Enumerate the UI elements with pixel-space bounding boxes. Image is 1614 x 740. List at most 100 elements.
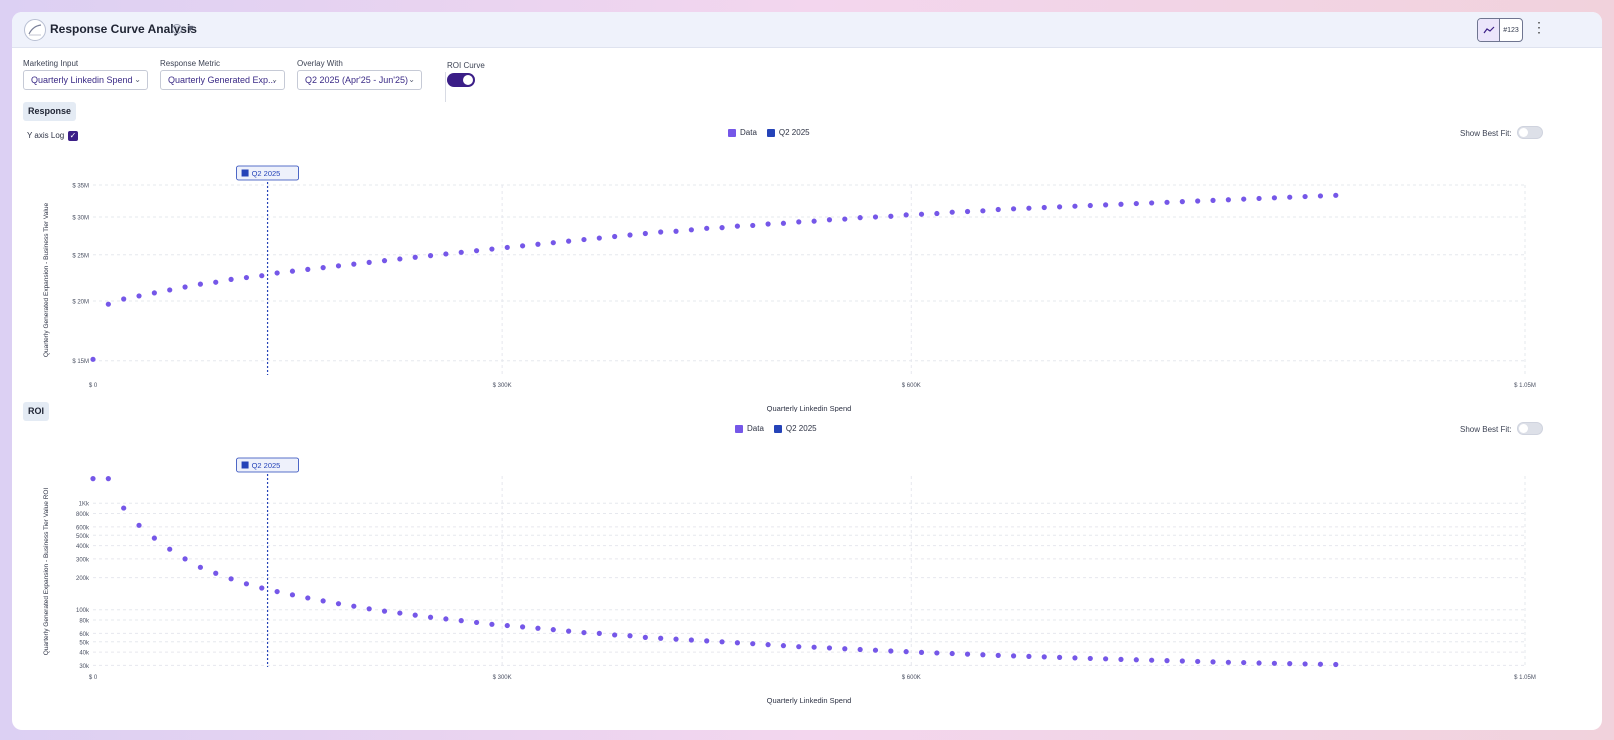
chevron-down-icon: ⌄ bbox=[134, 75, 141, 84]
roi-y-axis-title: Quarterly Generated Expansion - Business… bbox=[43, 488, 50, 656]
roi-data-point bbox=[903, 649, 909, 655]
roi-y-tick-label: 600k bbox=[76, 525, 90, 531]
roi-data-point bbox=[980, 652, 986, 658]
roi-data-point bbox=[366, 606, 372, 612]
roi-data-point bbox=[1302, 661, 1308, 667]
roi-data-point bbox=[642, 634, 648, 640]
roi-data-point bbox=[1164, 658, 1170, 664]
response-data-point bbox=[90, 356, 96, 362]
legend-data-label: Data bbox=[747, 424, 764, 433]
response-best-fit-toggle[interactable] bbox=[1517, 126, 1543, 139]
response-data-point bbox=[520, 243, 526, 249]
response-data-point bbox=[1333, 192, 1339, 198]
panel-header: Response Curve Analysis i ▼ #123 ⋮ bbox=[12, 12, 1602, 48]
response-legend: Data Q2 2025 bbox=[728, 128, 820, 137]
response-data-point bbox=[1256, 195, 1262, 202]
response-data-point bbox=[1287, 194, 1293, 200]
roi-data-point bbox=[397, 610, 403, 616]
data-swatch bbox=[728, 128, 736, 137]
roi-data-point bbox=[1195, 658, 1201, 665]
response-data-point bbox=[1026, 205, 1032, 211]
roi-best-fit-toggle[interactable] bbox=[1517, 422, 1543, 435]
marketing-input-select[interactable]: Quarterly Linkedin Spend ⌄ bbox=[23, 70, 148, 90]
response-data-point bbox=[673, 228, 679, 234]
roi-data-point bbox=[427, 614, 434, 620]
roi-y-tick-label: 400k bbox=[76, 544, 90, 550]
response-data-point bbox=[888, 213, 894, 219]
roi-y-tick-label: 800k bbox=[76, 512, 90, 518]
overlay-with-select[interactable]: Q2 2025 (Apr'25 - Jun'25) ⌄ bbox=[297, 70, 422, 90]
overlay-with-label: Overlay With bbox=[297, 59, 343, 68]
response-data-point bbox=[995, 206, 1001, 213]
marketing-input-label: Marketing Input bbox=[23, 59, 79, 68]
roi-data-point bbox=[90, 476, 96, 482]
y-axis-log-checkbox[interactable]: ✓ bbox=[68, 131, 78, 141]
roi-data-point bbox=[596, 630, 602, 636]
app-frame: Response Curve Analysis i ▼ #123 ⋮ Marke… bbox=[12, 12, 1602, 730]
roi-data-point bbox=[765, 642, 771, 648]
response-data-point bbox=[1118, 201, 1124, 207]
roi-data-point bbox=[167, 546, 173, 552]
response-data-point bbox=[443, 251, 449, 257]
response-y-tick-label: $ 25M bbox=[72, 253, 89, 259]
caret-down-icon[interactable]: ▼ bbox=[186, 23, 195, 33]
roi-data-point bbox=[289, 592, 296, 598]
roi-data-point bbox=[535, 625, 541, 631]
controls-divider bbox=[445, 72, 446, 102]
response-data-point bbox=[274, 270, 280, 276]
roi-data-point bbox=[320, 598, 326, 604]
response-data-point bbox=[259, 273, 265, 279]
roi-data-point bbox=[1057, 654, 1063, 660]
response-data-point bbox=[535, 241, 541, 247]
response-data-point bbox=[796, 219, 802, 225]
roi-x-axis-title: Quarterly Linkedin Spend bbox=[767, 696, 852, 705]
roi-data-point bbox=[857, 646, 863, 653]
roi-data-point bbox=[412, 612, 418, 618]
response-data-point bbox=[980, 208, 986, 214]
response-data-point bbox=[335, 263, 342, 269]
roi-data-point bbox=[566, 628, 572, 634]
roi-data-point bbox=[1118, 656, 1124, 662]
response-data-point bbox=[719, 225, 725, 231]
response-data-point bbox=[765, 221, 771, 227]
roi-data-point bbox=[704, 638, 710, 644]
response-data-point bbox=[197, 281, 203, 287]
response-data-point bbox=[750, 222, 756, 229]
roi-data-point bbox=[1317, 661, 1324, 667]
response-x-tick-label: $ 600K bbox=[902, 383, 921, 389]
roi-curve-toggle[interactable] bbox=[447, 73, 475, 87]
more-options-icon[interactable]: ⋮ bbox=[1532, 20, 1546, 34]
roi-x-tick-label: $ 600K bbox=[902, 675, 921, 681]
roi-data-point bbox=[581, 629, 587, 636]
roi-curve-label: ROI Curve bbox=[447, 61, 485, 70]
roi-y-tick-label: 60k bbox=[79, 632, 90, 638]
response-data-point bbox=[903, 212, 909, 218]
roi-y-tick-label: 200k bbox=[76, 576, 90, 582]
roi-data-point bbox=[1026, 653, 1032, 659]
roi-overlay-marker-swatch bbox=[241, 461, 249, 469]
response-data-point bbox=[1010, 206, 1017, 212]
roi-data-point bbox=[842, 646, 848, 652]
table-view-button[interactable]: #123 bbox=[1500, 19, 1522, 41]
response-chart: $ 15M $ 20M $ 25M $ 30M $ 35M $ 0 $ 300K $ 600K… bbox=[43, 165, 1536, 412]
roi-data-point bbox=[1241, 659, 1247, 666]
roi-data-point bbox=[105, 476, 111, 482]
roi-chart: 30k 40k 50k 60k 80k 100k 200k 300k 400k 500k 600k 8… bbox=[43, 457, 1536, 705]
roi-data-point bbox=[228, 576, 234, 582]
response-data-point bbox=[780, 220, 787, 226]
chart-view-button[interactable] bbox=[1478, 19, 1500, 41]
roi-section-badge: ROI bbox=[23, 402, 50, 421]
overlay-swatch bbox=[773, 424, 782, 433]
response-data-point bbox=[366, 259, 372, 265]
response-data-point bbox=[1302, 193, 1308, 200]
roi-data-point bbox=[872, 647, 879, 653]
response-data-point bbox=[734, 223, 741, 229]
response-data-point bbox=[596, 235, 602, 241]
roi-data-point bbox=[1179, 658, 1185, 664]
response-data-point bbox=[412, 254, 418, 260]
legend-overlay-label: Q2 2025 bbox=[785, 424, 817, 433]
response-metric-select[interactable]: Quarterly Generated Exp... ⌄ bbox=[160, 70, 285, 90]
roi-data-point bbox=[627, 633, 633, 639]
response-data-point bbox=[351, 261, 357, 267]
info-icon[interactable]: i bbox=[172, 24, 182, 34]
